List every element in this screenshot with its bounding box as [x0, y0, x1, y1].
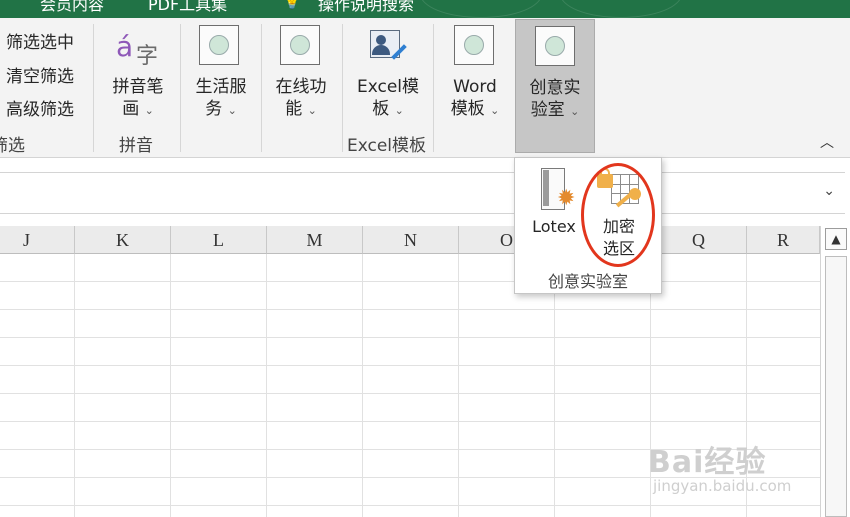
excel-template-label: Excel模	[356, 77, 420, 97]
lotex-icon: ✹	[539, 168, 579, 214]
online-functions-label-2: 能	[285, 99, 303, 119]
creative-lab-button[interactable]: 创意实 验室 ⌄	[515, 19, 595, 153]
pinyin-button-label-2: 画	[122, 99, 140, 119]
cell-grid[interactable]	[0, 254, 820, 517]
column-header-m[interactable]: M	[267, 226, 363, 254]
column-header-n[interactable]: N	[363, 226, 459, 254]
scroll-up-arrow-icon[interactable]: ▲	[825, 228, 847, 250]
scrollbar-track[interactable]	[825, 256, 847, 517]
word-template-label-2: 模板	[450, 99, 485, 119]
pinyin-icon-letter: á	[116, 30, 134, 63]
creative-lab-group-label: 创意实验室	[547, 272, 628, 291]
column-header-q[interactable]: Q	[651, 226, 747, 254]
formula-bar[interactable]: ⌄	[0, 172, 845, 214]
column-header-j[interactable]: J	[0, 226, 75, 254]
excel-template-label-2: 板	[372, 99, 390, 119]
online-functions-label: 在线功	[275, 77, 327, 97]
life-service-label: 生活服	[195, 77, 247, 97]
collapse-ribbon-icon[interactable]: ︿	[817, 136, 837, 150]
life-service-button[interactable]: 生活服 务 ⌄	[186, 22, 256, 132]
column-header-k[interactable]: K	[75, 226, 171, 254]
chevron-down-icon: ⌄	[570, 105, 580, 118]
template-user-icon	[366, 28, 410, 68]
creative-lab-label: 创意实	[529, 78, 581, 98]
chevron-down-icon: ⌄	[490, 104, 500, 117]
chevron-down-icon: ⌄	[144, 104, 154, 117]
title-decoration	[560, 0, 682, 18]
life-service-label-2: 务	[205, 99, 223, 119]
word-template-label: Word	[453, 77, 497, 97]
lotex-label: Lotex	[532, 217, 576, 236]
group-separator	[342, 24, 343, 152]
highlight-circle	[581, 163, 655, 267]
excel-template-button[interactable]: Excel模 板 ⌄	[348, 22, 428, 128]
word-template-icon	[454, 25, 494, 65]
expand-formula-bar-icon[interactable]: ⌄	[823, 183, 835, 199]
group-separator	[93, 24, 94, 152]
title-bar: 会员内容 PDF工具集 💡 操作说明搜索	[0, 0, 850, 18]
title-decoration	[420, 0, 542, 18]
tell-me-search[interactable]: 操作说明搜索	[318, 0, 414, 15]
creative-lab-label-2: 验室	[530, 100, 565, 120]
pinyin-icon: á 字	[116, 28, 160, 69]
excel-template-group-label: Excel模板	[347, 136, 427, 156]
clear-filter-button[interactable]: 清空筛选	[6, 62, 74, 87]
life-service-icon	[199, 25, 239, 65]
group-separator	[261, 24, 262, 152]
title-menu-item[interactable]: 会员内容	[40, 0, 104, 15]
chevron-down-icon: ⌄	[307, 104, 317, 117]
pinyin-button[interactable]: á 字 拼音笔 画 ⌄	[100, 22, 176, 128]
pinyin-button-label: 拼音笔	[112, 77, 164, 97]
vertical-scrollbar[interactable]: ▲	[820, 226, 850, 517]
column-header-r[interactable]: R	[747, 226, 820, 254]
ribbon: 筛选选中 清空筛选 高级筛选 筛选 á 字 拼音笔 画 ⌄ 拼音 生活服 务 ⌄…	[0, 18, 850, 158]
pinyin-icon-char: 字	[136, 44, 159, 69]
lotex-button[interactable]: ✹ Lotex	[523, 162, 581, 242]
filter-group-label: 筛选	[0, 136, 25, 156]
creative-lab-icon	[535, 26, 575, 66]
advanced-filter-button[interactable]: 高级筛选	[6, 95, 74, 120]
column-header-l[interactable]: L	[171, 226, 267, 254]
word-template-button[interactable]: Word 模板 ⌄	[440, 22, 510, 132]
filter-selected-button[interactable]: 筛选选中	[6, 28, 74, 53]
lightbulb-icon: 💡	[282, 0, 302, 10]
online-functions-icon	[280, 25, 320, 65]
group-separator	[433, 24, 434, 152]
chevron-down-icon: ⌄	[394, 104, 404, 117]
pinyin-group-label: 拼音	[119, 136, 153, 156]
online-functions-button[interactable]: 在线功 能 ⌄	[266, 22, 336, 132]
chevron-down-icon: ⌄	[227, 104, 237, 117]
title-menu-item[interactable]: PDF工具集	[148, 0, 227, 15]
group-separator	[180, 24, 181, 152]
